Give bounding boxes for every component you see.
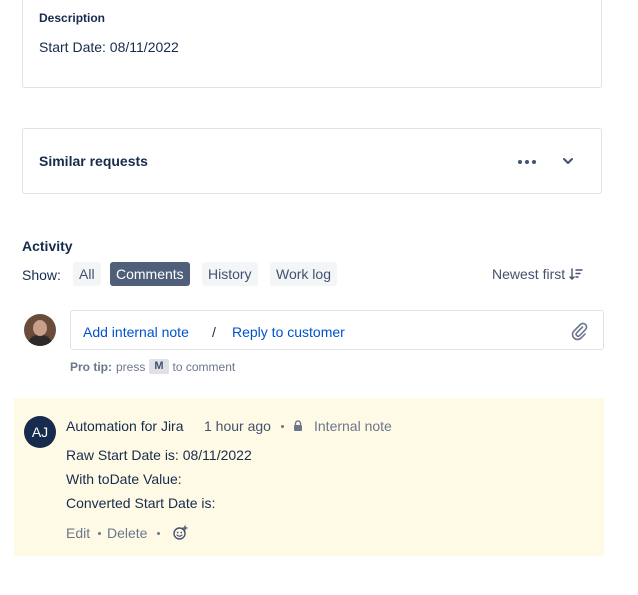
pro-tip-label: Pro tip: (70, 359, 112, 374)
separator-dot (281, 425, 284, 428)
add-internal-note-link[interactable]: Add internal note (83, 324, 189, 340)
comment-line: Converted Start Date is: (66, 495, 216, 511)
filter-history-button[interactable]: History (202, 262, 258, 286)
sort-descending-icon (569, 268, 583, 280)
shortcut-key: M (149, 359, 169, 374)
internal-note-label: Internal note (314, 418, 392, 434)
comment-line: Raw Start Date is: 08/11/2022 (66, 447, 252, 463)
pro-tip: Pro tip: press M to comment (70, 359, 235, 374)
description-text: Start Date: 08/11/2022 (39, 39, 179, 55)
lock-icon (294, 420, 302, 431)
composer-separator: / (212, 324, 216, 340)
similar-requests-title: Similar requests (39, 153, 148, 169)
author-avatar: AJ (24, 416, 56, 448)
pro-tip-press: press (116, 359, 146, 374)
filter-work-log-button[interactable]: Work log (270, 262, 337, 286)
comment-timestamp[interactable]: 1 hour ago (204, 418, 271, 434)
similar-requests-panel[interactable]: Similar requests (22, 128, 602, 194)
comment-line: With toDate Value: (66, 471, 182, 487)
delete-comment-button[interactable]: Delete (107, 525, 147, 541)
comment-composer[interactable]: Add internal note / Reply to customer (70, 310, 604, 350)
sort-order-button[interactable]: Newest first (492, 266, 583, 282)
filter-comments-button[interactable]: Comments (110, 262, 190, 286)
add-reaction-icon[interactable] (172, 525, 188, 541)
internal-note-comment: AJ Automation for Jira 1 hour ago Intern… (14, 398, 604, 556)
pro-tip-suffix: to comment (172, 359, 236, 374)
paperclip-icon[interactable] (569, 321, 589, 341)
sort-order-label: Newest first (492, 266, 566, 282)
description-card: Description Start Date: 08/11/2022 (22, 0, 602, 88)
description-label: Description (39, 11, 106, 25)
more-horizontal-icon[interactable] (513, 151, 541, 173)
separator-dot (157, 532, 160, 535)
separator-dot (98, 532, 101, 535)
comment-author[interactable]: Automation for Jira (66, 418, 184, 434)
filter-all-button[interactable]: All (73, 262, 101, 286)
show-label: Show: (22, 267, 61, 283)
reply-to-customer-link[interactable]: Reply to customer (232, 324, 345, 340)
current-user-avatar (24, 314, 56, 346)
chevron-down-icon[interactable] (557, 150, 579, 172)
activity-title: Activity (22, 238, 73, 254)
edit-comment-button[interactable]: Edit (66, 525, 90, 541)
